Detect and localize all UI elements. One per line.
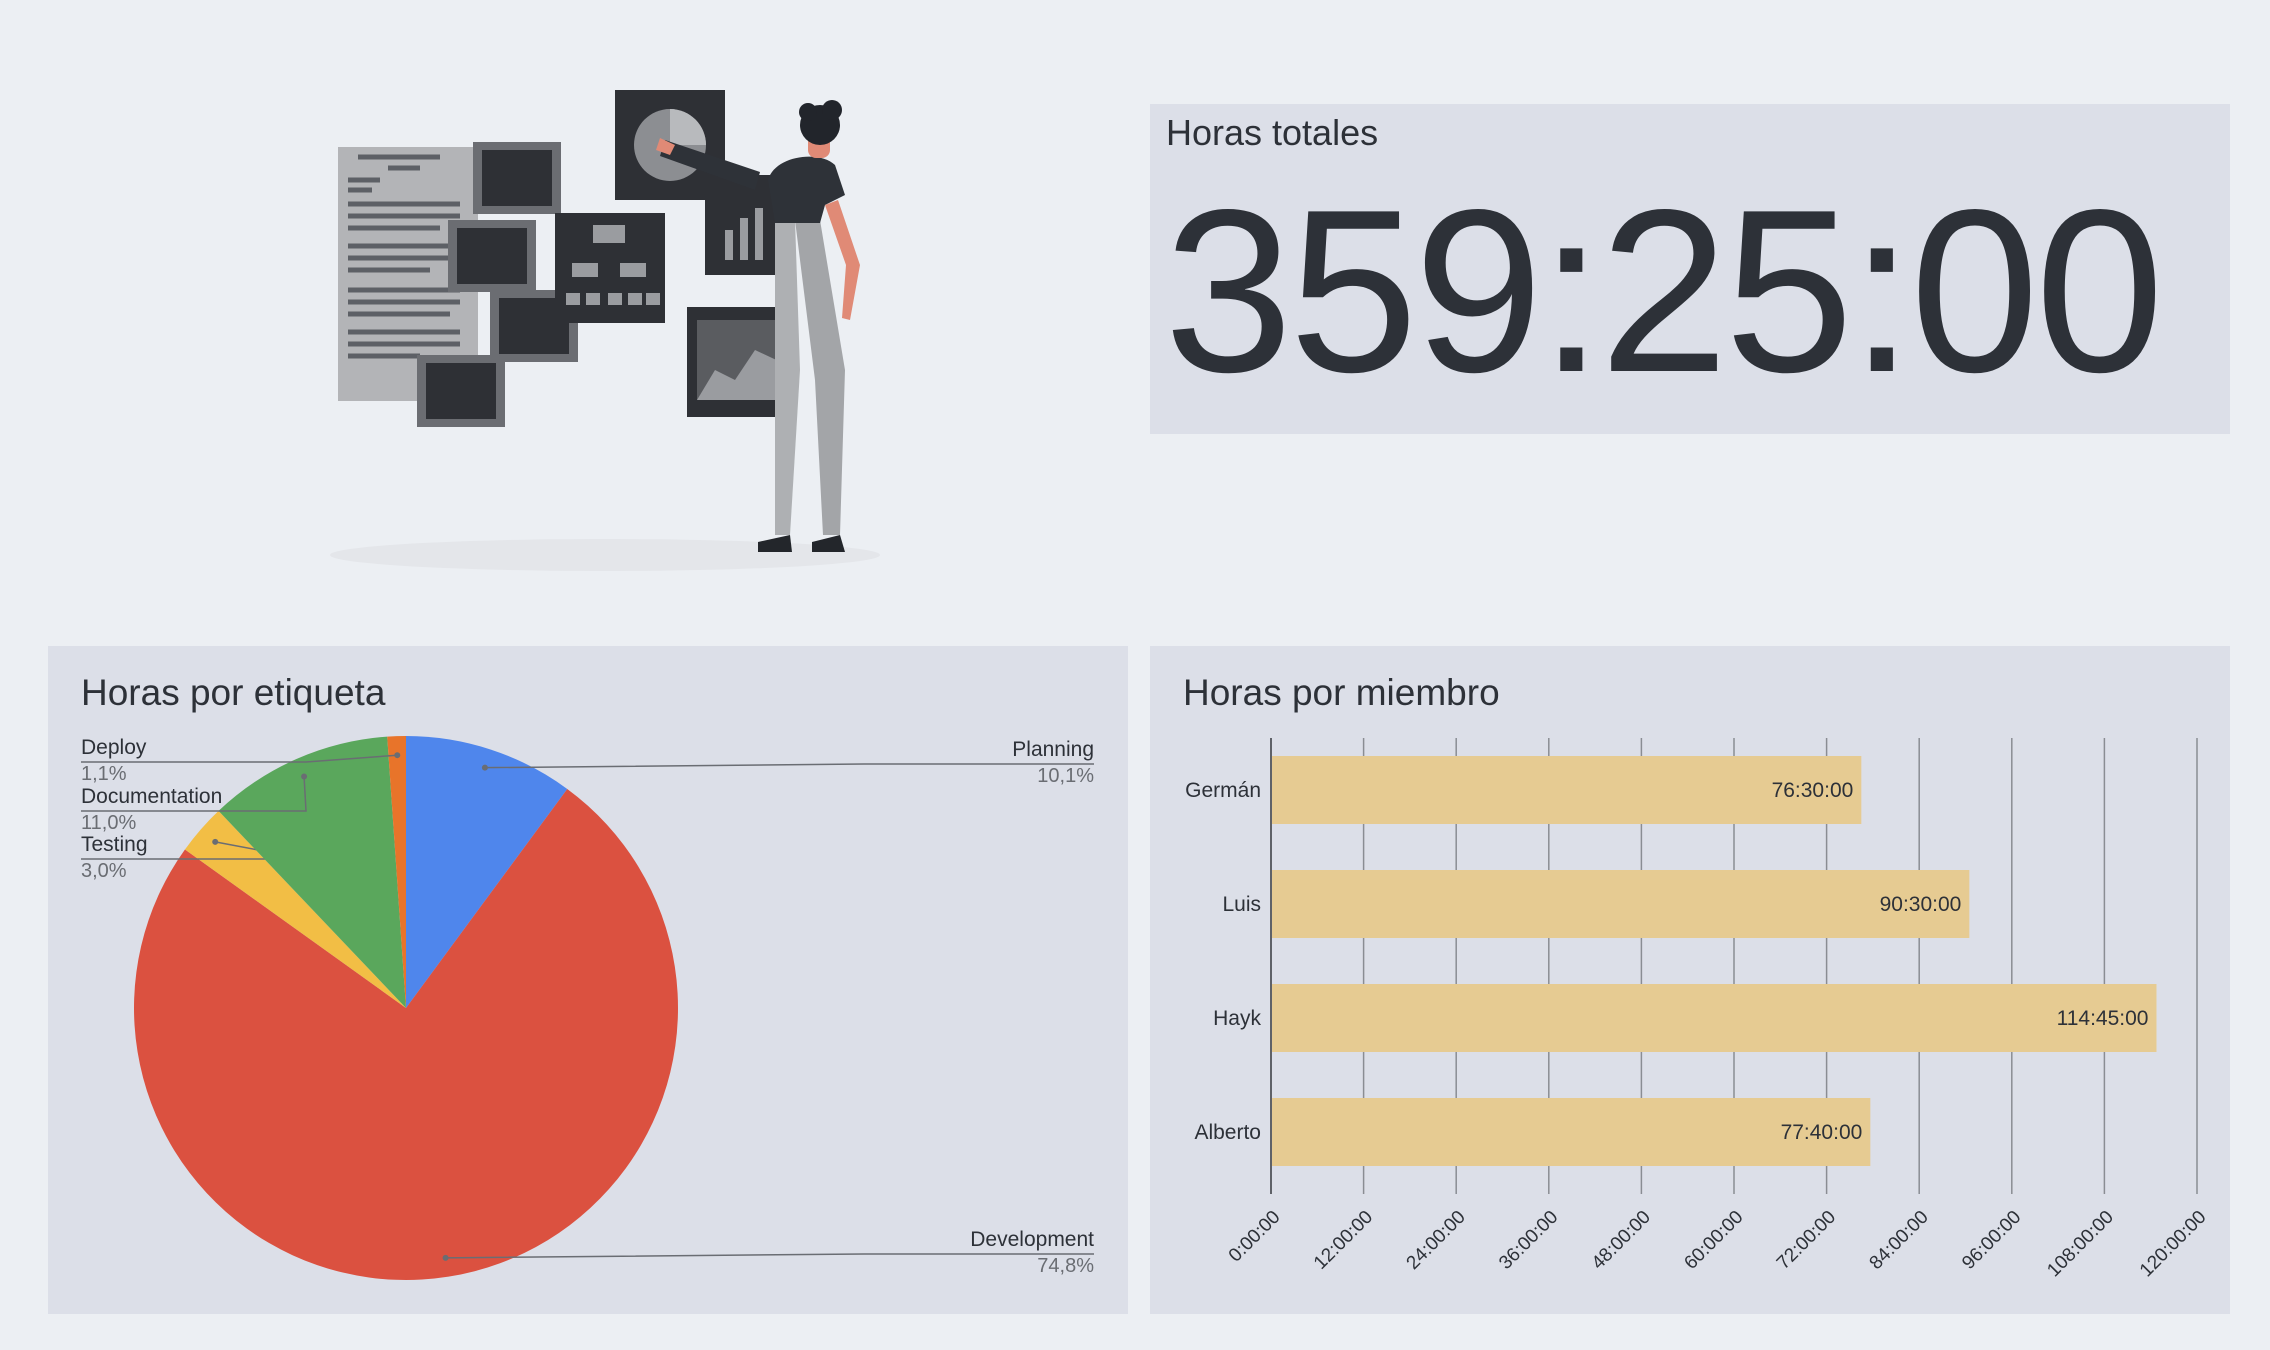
dashboard-illustration <box>320 80 900 580</box>
pie-label-documentation: Documentation <box>81 785 222 808</box>
bar-value-label: 90:30:00 <box>1880 893 1962 916</box>
hours-by-member-bar-chart: 0:00:00 12:00:00 24:00:00 36:00:00 48:00:00 6… <box>1185 738 2211 1282</box>
x-tick-label: 24:00:00 <box>1403 1207 1470 1274</box>
pie-percent-deploy: 1,1% <box>81 763 127 785</box>
bar-luis[interactable] <box>1271 870 1970 938</box>
pie-percent-testing: 3,0% <box>81 860 127 882</box>
pie-percent-planning: 10,1% <box>1037 765 1094 787</box>
pie-leader-dot-development <box>442 1254 449 1261</box>
pie-leader-dot-deploy <box>394 752 401 759</box>
pie-label-testing: Testing <box>81 833 148 856</box>
y-category-label: Germán <box>1185 779 1261 802</box>
y-category-label: Luis <box>1222 893 1261 916</box>
pie-percent-documentation: 11,0% <box>81 812 136 834</box>
x-tick-label: 48:00:00 <box>1588 1207 1655 1274</box>
bar-value-label: 76:30:00 <box>1772 779 1854 802</box>
pie-leader-line-development <box>445 1253 1094 1259</box>
x-tick-label: 120:00:00 <box>2136 1207 2211 1282</box>
x-tick-label: 12:00:00 <box>1310 1207 1377 1274</box>
x-tick-label: 96:00:00 <box>1958 1207 2025 1274</box>
pie-leader-dot-documentation <box>301 773 308 780</box>
total-hours-title: Horas totales <box>1166 112 1379 153</box>
y-category-label: Hayk <box>1213 1007 1261 1030</box>
hours-by-tag-pie-chart: Planning 10,1% Development 74,8% Testing 3,0%… <box>81 736 1094 1280</box>
bar-hayk[interactable] <box>1271 984 2157 1052</box>
total-hours-card: Horas totales 359:25:00 <box>1150 104 2230 434</box>
x-tick-label: 84:00:00 <box>1866 1207 1933 1274</box>
bar-value-label: 114:45:00 <box>2057 1007 2149 1030</box>
y-category-label: Alberto <box>1194 1121 1261 1144</box>
pie-label-planning: Planning <box>1012 738 1094 761</box>
pie-leader-dot-planning <box>481 764 488 771</box>
total-hours-value: 359:25:00 <box>1164 162 2164 421</box>
pie-label-deploy: Deploy <box>81 736 147 759</box>
pie-percent-development: 74,8% <box>1037 1255 1094 1277</box>
hours-by-tag-card: Horas por etiqueta Planning 10,1% Developm… <box>48 646 1128 1314</box>
x-tick-label: 72:00:00 <box>1773 1207 1840 1274</box>
x-tick-label: 108:00:00 <box>2043 1207 2118 1282</box>
x-tick-label: 60:00:00 <box>1680 1207 1747 1274</box>
x-tick-label: 0:00:00 <box>1225 1207 1285 1267</box>
hours-by-member-card: Horas por miembro 0:00:00 12:00:00 24:00:0… <box>1150 646 2230 1314</box>
pie-leader-line-planning <box>484 763 1094 769</box>
pie-leader-dot-testing <box>212 838 219 845</box>
x-tick-label: 36:00:00 <box>1495 1207 1562 1274</box>
bar-value-label: 77:40:00 <box>1781 1121 1863 1144</box>
pie-label-development: Development <box>970 1228 1094 1251</box>
